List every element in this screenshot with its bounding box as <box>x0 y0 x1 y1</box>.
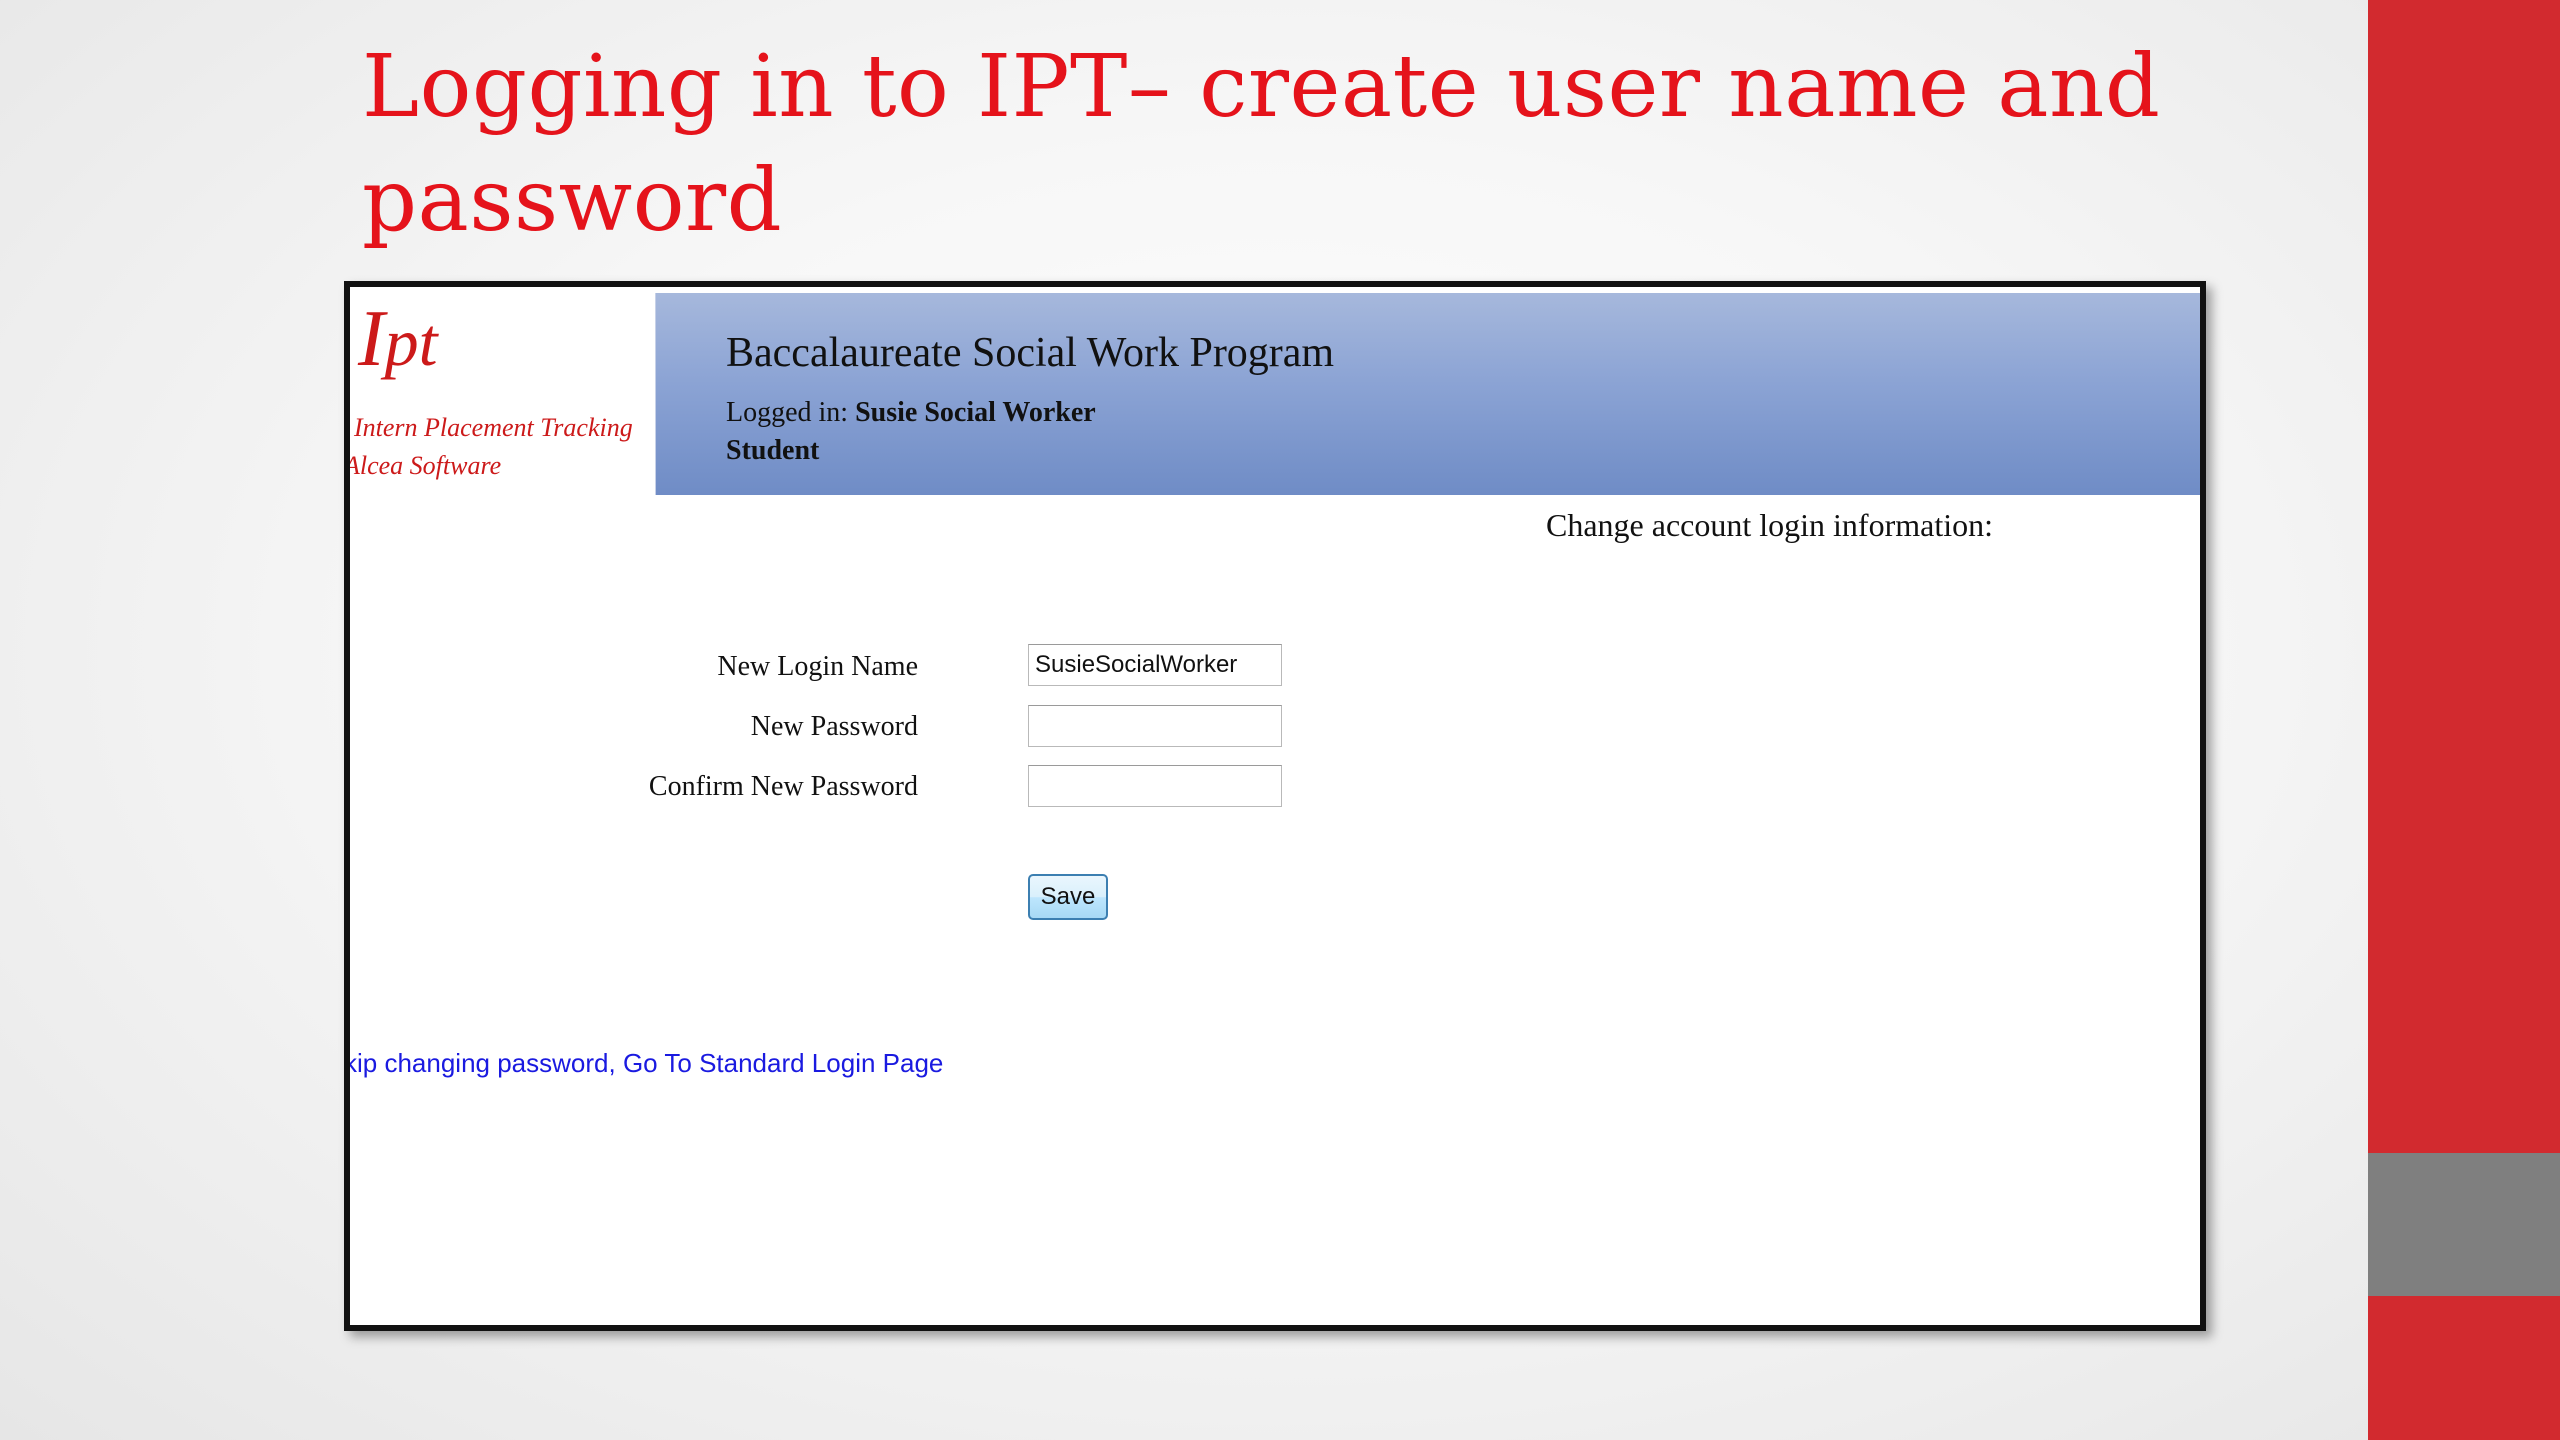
form-heading: Change account login information: <box>1546 507 1993 543</box>
logo-mark: Ipt <box>358 299 438 380</box>
new-password-label: New Password <box>750 711 918 742</box>
new-password-input[interactable] <box>1028 705 1282 747</box>
slide-title: Logging in to IPT– create user name and … <box>362 37 2161 251</box>
logged-in-label: Logged in: <box>726 397 849 428</box>
logged-in-info: Logged in: Susie Social Worker <box>726 395 1096 431</box>
logo-company: Alcea Software <box>344 451 502 480</box>
program-title: Baccalaureate Social Work Program <box>726 330 1335 376</box>
decorative-band-gray <box>2368 1153 2560 1296</box>
confirm-password-label: Confirm New Password <box>648 771 918 802</box>
logged-in-user: Susie Social Worker <box>855 397 1096 428</box>
logo-tagline: Intern Placement Tracking <box>354 413 633 442</box>
app-logo: Ipt Intern Placement Tracking Alcea Soft… <box>350 293 656 495</box>
user-role: Student <box>726 435 820 466</box>
save-button[interactable]: Save <box>1028 874 1108 920</box>
app-screenshot: Ipt Intern Placement Tracking Alcea Soft… <box>344 281 2206 1331</box>
confirm-password-input[interactable] <box>1028 765 1282 807</box>
logo-mark-initial: I <box>358 295 385 383</box>
new-login-label: New Login Name <box>717 651 918 682</box>
skip-password-link[interactable]: kip changing password, Go To Standard Lo… <box>350 1047 943 1079</box>
logo-mark-rest: pt <box>384 304 438 380</box>
new-login-input[interactable] <box>1028 644 1282 686</box>
app-header: Ipt Intern Placement Tracking Alcea Soft… <box>350 293 2200 495</box>
